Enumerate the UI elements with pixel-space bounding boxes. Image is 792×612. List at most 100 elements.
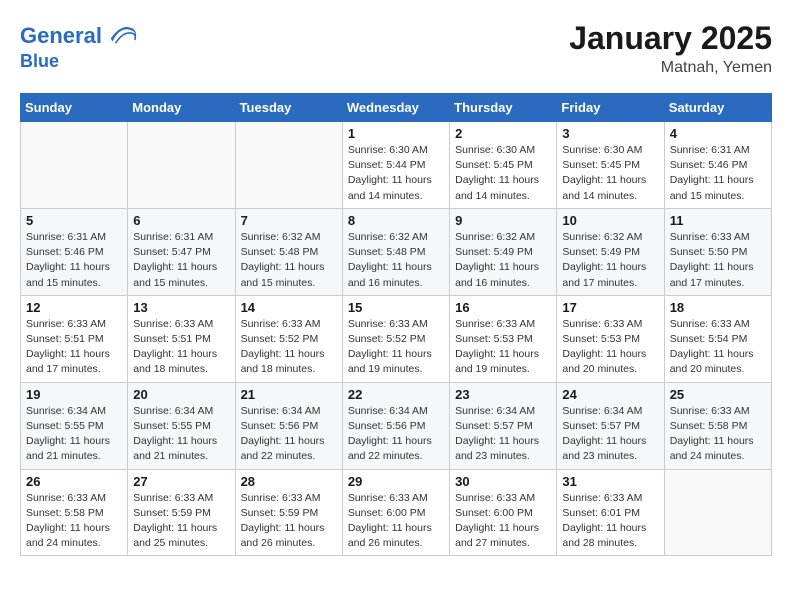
- day-info: Sunrise: 6:34 AMSunset: 5:56 PMDaylight:…: [348, 404, 444, 465]
- day-cell: [235, 122, 342, 209]
- day-number: 23: [455, 387, 551, 402]
- week-row-2: 5 Sunrise: 6:31 AMSunset: 5:46 PMDaylight…: [21, 208, 772, 295]
- day-cell: 8Sunrise: 6:32 AMSunset: 5:48 PMDaylight…: [342, 208, 449, 295]
- calendar-body: 1 Sunrise: 6:30 AMSunset: 5:44 PMDaylight…: [21, 122, 772, 556]
- location-subtitle: Matnah, Yemen: [569, 59, 772, 77]
- day-info: Sunrise: 6:33 AMSunset: 5:53 PMDaylight:…: [562, 317, 658, 378]
- day-cell: 30Sunrise: 6:33 AMSunset: 6:00 PMDayligh…: [450, 469, 557, 556]
- day-info: Sunrise: 6:30 AMSunset: 5:45 PMDaylight:…: [455, 143, 551, 204]
- month-title: January 2025: [569, 20, 772, 57]
- day-number: 7: [241, 213, 337, 228]
- calendar-table: SundayMondayTuesdayWednesdayThursdayFrid…: [20, 93, 772, 556]
- day-info: Sunrise: 6:32 AMSunset: 5:49 PMDaylight:…: [455, 230, 551, 291]
- day-number: 9: [455, 213, 551, 228]
- day-info: Sunrise: 6:33 AMSunset: 5:58 PMDaylight:…: [670, 404, 766, 465]
- day-cell: 25 Sunrise: 6:33 AMSunset: 5:58 PMDayligh…: [664, 382, 771, 469]
- day-info: Sunrise: 6:33 AMSunset: 5:58 PMDaylight:…: [26, 491, 122, 552]
- day-cell: 6Sunrise: 6:31 AMSunset: 5:47 PMDaylight…: [128, 208, 235, 295]
- day-number: 1: [348, 126, 444, 141]
- week-row-3: 12Sunrise: 6:33 AMSunset: 5:51 PMDayligh…: [21, 295, 772, 382]
- col-header-sunday: Sunday: [21, 94, 128, 122]
- day-info: Sunrise: 6:33 AMSunset: 5:51 PMDaylight:…: [26, 317, 122, 378]
- day-info: Sunrise: 6:34 AMSunset: 5:56 PMDaylight:…: [241, 404, 337, 465]
- day-cell: [21, 122, 128, 209]
- week-row-5: 26 Sunrise: 6:33 AMSunset: 5:58 PMDayligh…: [21, 469, 772, 556]
- logo-icon: [106, 20, 138, 52]
- col-header-friday: Friday: [557, 94, 664, 122]
- day-cell: [664, 469, 771, 556]
- day-info: Sunrise: 6:33 AMSunset: 5:59 PMDaylight:…: [241, 491, 337, 552]
- day-number: 22: [348, 387, 444, 402]
- day-info: Sunrise: 6:33 AMSunset: 5:53 PMDaylight:…: [455, 317, 551, 378]
- day-cell: 10 Sunrise: 6:32 AMSunset: 5:49 PMDayligh…: [557, 208, 664, 295]
- col-header-wednesday: Wednesday: [342, 94, 449, 122]
- day-info: Sunrise: 6:33 AMSunset: 6:00 PMDaylight:…: [348, 491, 444, 552]
- day-number: 29: [348, 474, 444, 489]
- day-cell: 22 Sunrise: 6:34 AMSunset: 5:56 PMDayligh…: [342, 382, 449, 469]
- day-cell: 31 Sunrise: 6:33 AMSunset: 6:01 PMDayligh…: [557, 469, 664, 556]
- day-info: Sunrise: 6:33 AMSunset: 5:59 PMDaylight:…: [133, 491, 229, 552]
- day-cell: 29 Sunrise: 6:33 AMSunset: 6:00 PMDayligh…: [342, 469, 449, 556]
- day-info: Sunrise: 6:32 AMSunset: 5:49 PMDaylight:…: [562, 230, 658, 291]
- day-number: 20: [133, 387, 229, 402]
- day-cell: 18Sunrise: 6:33 AMSunset: 5:54 PMDayligh…: [664, 295, 771, 382]
- day-number: 27: [133, 474, 229, 489]
- day-number: 30: [455, 474, 551, 489]
- day-cell: 15Sunrise: 6:33 AMSunset: 5:52 PMDayligh…: [342, 295, 449, 382]
- day-info: Sunrise: 6:33 AMSunset: 5:50 PMDaylight:…: [670, 230, 766, 291]
- day-number: 13: [133, 300, 229, 315]
- week-row-1: 1 Sunrise: 6:30 AMSunset: 5:44 PMDaylight…: [21, 122, 772, 209]
- col-header-saturday: Saturday: [664, 94, 771, 122]
- day-info: Sunrise: 6:31 AMSunset: 5:46 PMDaylight:…: [670, 143, 766, 204]
- day-info: Sunrise: 6:32 AMSunset: 5:48 PMDaylight:…: [241, 230, 337, 291]
- day-number: 5: [26, 213, 122, 228]
- day-cell: 14Sunrise: 6:33 AMSunset: 5:52 PMDayligh…: [235, 295, 342, 382]
- day-info: Sunrise: 6:33 AMSunset: 5:51 PMDaylight:…: [133, 317, 229, 378]
- day-cell: 24 Sunrise: 6:34 AMSunset: 5:57 PMDayligh…: [557, 382, 664, 469]
- day-cell: 16Sunrise: 6:33 AMSunset: 5:53 PMDayligh…: [450, 295, 557, 382]
- calendar-header-row: SundayMondayTuesdayWednesdayThursdayFrid…: [21, 94, 772, 122]
- logo-text: General: [20, 24, 102, 48]
- day-info: Sunrise: 6:30 AMSunset: 5:45 PMDaylight:…: [562, 143, 658, 204]
- day-number: 25: [670, 387, 766, 402]
- col-header-monday: Monday: [128, 94, 235, 122]
- day-number: 18: [670, 300, 766, 315]
- day-cell: 23 Sunrise: 6:34 AMSunset: 5:57 PMDayligh…: [450, 382, 557, 469]
- col-header-thursday: Thursday: [450, 94, 557, 122]
- day-cell: 2 Sunrise: 6:30 AMSunset: 5:45 PMDaylight…: [450, 122, 557, 209]
- day-info: Sunrise: 6:33 AMSunset: 5:52 PMDaylight:…: [348, 317, 444, 378]
- day-info: Sunrise: 6:33 AMSunset: 5:52 PMDaylight:…: [241, 317, 337, 378]
- day-number: 31: [562, 474, 658, 489]
- day-cell: 19 Sunrise: 6:34 AMSunset: 5:55 PMDayligh…: [21, 382, 128, 469]
- day-cell: 7 Sunrise: 6:32 AMSunset: 5:48 PMDaylight…: [235, 208, 342, 295]
- day-cell: 20 Sunrise: 6:34 AMSunset: 5:55 PMDayligh…: [128, 382, 235, 469]
- day-number: 4: [670, 126, 766, 141]
- day-cell: 4 Sunrise: 6:31 AMSunset: 5:46 PMDaylight…: [664, 122, 771, 209]
- day-cell: 3Sunrise: 6:30 AMSunset: 5:45 PMDaylight…: [557, 122, 664, 209]
- day-info: Sunrise: 6:34 AMSunset: 5:57 PMDaylight:…: [562, 404, 658, 465]
- day-info: Sunrise: 6:31 AMSunset: 5:47 PMDaylight:…: [133, 230, 229, 291]
- day-number: 8: [348, 213, 444, 228]
- day-info: Sunrise: 6:34 AMSunset: 5:55 PMDaylight:…: [133, 404, 229, 465]
- day-info: Sunrise: 6:30 AMSunset: 5:44 PMDaylight:…: [348, 143, 444, 204]
- day-info: Sunrise: 6:34 AMSunset: 5:55 PMDaylight:…: [26, 404, 122, 465]
- day-number: 10: [562, 213, 658, 228]
- day-number: 17: [562, 300, 658, 315]
- day-info: Sunrise: 6:31 AMSunset: 5:46 PMDaylight:…: [26, 230, 122, 291]
- day-cell: 27 Sunrise: 6:33 AMSunset: 5:59 PMDayligh…: [128, 469, 235, 556]
- day-number: 2: [455, 126, 551, 141]
- day-cell: 26 Sunrise: 6:33 AMSunset: 5:58 PMDayligh…: [21, 469, 128, 556]
- day-info: Sunrise: 6:34 AMSunset: 5:57 PMDaylight:…: [455, 404, 551, 465]
- day-number: 19: [26, 387, 122, 402]
- day-cell: 11 Sunrise: 6:33 AMSunset: 5:50 PMDayligh…: [664, 208, 771, 295]
- day-number: 24: [562, 387, 658, 402]
- day-cell: [128, 122, 235, 209]
- day-number: 26: [26, 474, 122, 489]
- week-row-4: 19 Sunrise: 6:34 AMSunset: 5:55 PMDayligh…: [21, 382, 772, 469]
- day-cell: 12Sunrise: 6:33 AMSunset: 5:51 PMDayligh…: [21, 295, 128, 382]
- page-header: General Blue January 2025 Matnah, Yemen: [20, 20, 772, 77]
- day-cell: 9 Sunrise: 6:32 AMSunset: 5:49 PMDaylight…: [450, 208, 557, 295]
- day-info: Sunrise: 6:33 AMSunset: 6:01 PMDaylight:…: [562, 491, 658, 552]
- day-cell: 13 Sunrise: 6:33 AMSunset: 5:51 PMDayligh…: [128, 295, 235, 382]
- day-number: 11: [670, 213, 766, 228]
